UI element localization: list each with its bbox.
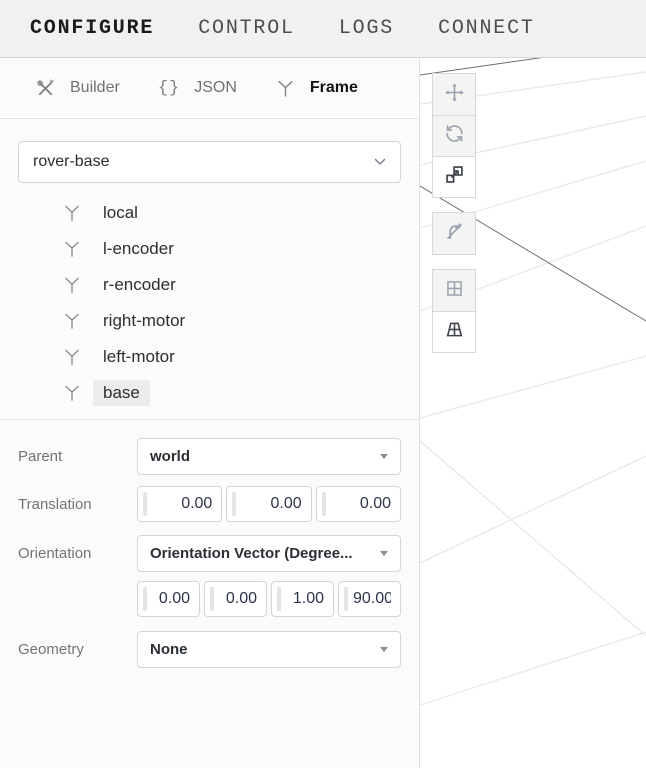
orientation-x-input[interactable] bbox=[137, 581, 200, 617]
frame-config-panel: Builder {} JSON Frame rover-base bbox=[0, 58, 420, 768]
tab-logs[interactable]: LOGS bbox=[339, 17, 394, 40]
wrench-screwdriver-icon bbox=[35, 78, 56, 99]
frame-properties-form: Parent world Translation Orientation bbox=[0, 438, 419, 668]
move-tool-button[interactable] bbox=[433, 74, 475, 115]
config-subnav: Builder {} JSON Frame bbox=[0, 58, 419, 119]
parent-select[interactable]: world bbox=[137, 438, 401, 475]
parent-row: Parent world bbox=[18, 438, 401, 475]
orientation-type-value: Orientation Vector (Degree... bbox=[150, 545, 372, 562]
subtab-builder[interactable]: Builder bbox=[35, 78, 120, 99]
rotate-icon bbox=[444, 123, 465, 149]
tree-item-left-motor[interactable]: left-motor bbox=[0, 339, 419, 375]
disable-rotation-button[interactable] bbox=[433, 213, 475, 254]
parent-label: Parent bbox=[18, 448, 137, 465]
rotate-tool-button[interactable] bbox=[433, 115, 475, 156]
tab-control[interactable]: CONTROL bbox=[198, 17, 295, 40]
viewport-toolbar bbox=[432, 73, 476, 353]
tree-item-local[interactable]: local bbox=[0, 195, 419, 231]
translation-row: Translation bbox=[18, 486, 401, 522]
top-nav: CONFIGURE CONTROL LOGS CONNECT bbox=[0, 0, 646, 58]
parent-select-value: world bbox=[150, 448, 372, 465]
tree-item-label: right-motor bbox=[93, 308, 195, 334]
frame-3d-viewport[interactable] bbox=[420, 58, 646, 768]
subtab-builder-label: Builder bbox=[70, 79, 120, 97]
no-rotate-icon bbox=[444, 221, 465, 247]
tab-configure[interactable]: CONFIGURE bbox=[30, 17, 154, 40]
orientation-theta-input[interactable] bbox=[338, 581, 401, 617]
geometry-select-value: None bbox=[150, 641, 372, 658]
tree-item-label: l-encoder bbox=[93, 236, 184, 262]
section-divider bbox=[0, 419, 419, 420]
frame-axes-icon bbox=[62, 203, 82, 223]
chevron-down-icon bbox=[374, 158, 386, 166]
move-icon bbox=[444, 82, 465, 108]
subtab-json[interactable]: {} JSON bbox=[158, 79, 237, 98]
grid-toggle-group bbox=[432, 269, 476, 353]
transform-tool-group bbox=[432, 73, 476, 198]
orientation-y-input[interactable] bbox=[204, 581, 267, 617]
scale-icon bbox=[444, 164, 465, 190]
tree-item-l-encoder[interactable]: l-encoder bbox=[0, 231, 419, 267]
tree-item-label: base bbox=[93, 380, 150, 406]
grid-icon bbox=[444, 278, 465, 304]
dropdown-arrow-icon bbox=[380, 454, 388, 459]
geometry-select[interactable]: None bbox=[137, 631, 401, 668]
subtab-frame[interactable]: Frame bbox=[275, 78, 358, 99]
scale-tool-button[interactable] bbox=[433, 156, 475, 197]
translation-x-input[interactable] bbox=[137, 486, 222, 522]
tree-item-r-encoder[interactable]: r-encoder bbox=[0, 267, 419, 303]
translation-label: Translation bbox=[18, 496, 137, 513]
main-area: Builder {} JSON Frame rover-base bbox=[0, 58, 646, 768]
curly-braces-icon: {} bbox=[158, 79, 180, 98]
tree-item-base[interactable]: base bbox=[0, 375, 419, 411]
dropdown-arrow-icon bbox=[380, 647, 388, 652]
geometry-row: Geometry None bbox=[18, 631, 401, 668]
grid-view-button[interactable] bbox=[433, 270, 475, 311]
rotation-toggle-group bbox=[432, 212, 476, 255]
perspective-grid-button[interactable] bbox=[433, 311, 475, 352]
dropdown-arrow-icon bbox=[380, 551, 388, 556]
frame-axes-icon bbox=[62, 311, 82, 331]
component-select[interactable]: rover-base bbox=[18, 141, 401, 183]
frame-axes-icon bbox=[62, 239, 82, 259]
frame-axes-icon bbox=[62, 383, 82, 403]
subtab-json-label: JSON bbox=[194, 79, 237, 97]
frame-tree: local l-encoder r-encoder right-motor le… bbox=[0, 195, 419, 411]
translation-y-input[interactable] bbox=[226, 486, 311, 522]
orientation-values-row bbox=[18, 581, 401, 617]
tab-connect[interactable]: CONNECT bbox=[438, 17, 535, 40]
frame-axes-icon bbox=[62, 347, 82, 367]
tree-item-label: left-motor bbox=[93, 344, 185, 370]
orientation-row: Orientation Orientation Vector (Degree..… bbox=[18, 535, 401, 572]
orientation-label: Orientation bbox=[18, 545, 137, 562]
frame-axes-icon bbox=[62, 275, 82, 295]
tree-item-label: local bbox=[93, 200, 148, 226]
geometry-label: Geometry bbox=[18, 641, 137, 658]
orientation-type-select[interactable]: Orientation Vector (Degree... bbox=[137, 535, 401, 572]
frame-axes-icon bbox=[275, 78, 296, 99]
tree-item-label: r-encoder bbox=[93, 272, 186, 298]
subtab-frame-label: Frame bbox=[310, 79, 358, 97]
translation-z-input[interactable] bbox=[316, 486, 401, 522]
tree-item-right-motor[interactable]: right-motor bbox=[0, 303, 419, 339]
component-select-value: rover-base bbox=[33, 153, 374, 171]
perspective-grid-icon bbox=[444, 319, 465, 345]
orientation-z-input[interactable] bbox=[271, 581, 334, 617]
